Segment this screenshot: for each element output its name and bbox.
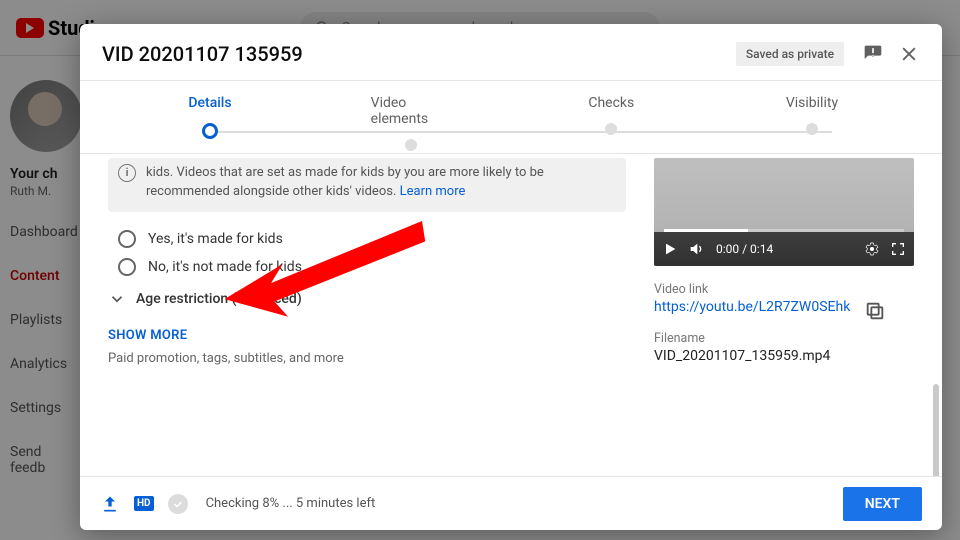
age-restriction-accordion[interactable]: Age restriction (advanced) [108,290,626,308]
fullscreen-icon[interactable] [890,241,906,257]
step-visibility[interactable]: Visibility [772,95,852,151]
step-label: Checks [588,95,634,111]
age-restriction-label: Age restriction (advanced) [136,291,302,307]
feedback-icon[interactable] [862,43,884,65]
radio-unchecked-icon [118,258,136,276]
radio-made-for-kids-yes[interactable]: Yes, it's made for kids [118,230,626,248]
copy-link-icon[interactable] [864,300,886,322]
step-dot-icon [605,123,617,135]
step-dot-icon [202,123,218,139]
step-label: Details [188,95,231,111]
dialog-header: VID 20201107 135959 Saved as private [80,24,942,80]
info-text: kids. Videos that are set as made for ki… [146,165,544,199]
dialog-footer: HD Checking 8% ... 5 minutes left NEXT [80,476,942,530]
close-icon[interactable] [898,43,920,65]
hd-badge-icon: HD [134,496,154,511]
volume-icon[interactable] [688,241,704,257]
video-controls: 0:00 / 0:14 [654,232,914,266]
video-preview-panel: 0:00 / 0:14 Video link https://youtu.be/… [654,158,914,466]
filename-label: Filename [654,331,914,346]
step-checks[interactable]: Checks [571,95,651,151]
radio-unchecked-icon [118,230,136,248]
processing-status: Checking 8% ... 5 minutes left [206,496,376,511]
details-form: i kids. Videos that are set as made for … [108,158,626,466]
play-icon[interactable] [662,241,678,257]
next-button[interactable]: NEXT [843,487,922,521]
show-more-button[interactable]: SHOW MORE [108,328,626,343]
step-dot-icon [806,123,818,135]
step-label: Video elements [371,95,451,127]
video-preview[interactable]: 0:00 / 0:14 [654,158,914,266]
step-video-elements[interactable]: Video elements [371,95,451,151]
save-status-chip: Saved as private [736,42,844,66]
info-icon: i [118,164,136,182]
upload-video-dialog: VID 20201107 135959 Saved as private Det… [80,24,942,530]
video-link-label: Video link [654,282,914,297]
settings-gear-icon[interactable] [864,241,880,257]
chevron-down-icon [108,290,126,308]
step-label: Visibility [786,95,838,111]
radio-label: Yes, it's made for kids [148,231,283,247]
video-time: 0:00 / 0:14 [716,242,773,256]
radio-label: No, it's not made for kids [148,259,302,275]
dialog-title: VID 20201107 135959 [102,42,736,66]
upload-arrow-icon [100,494,120,514]
step-details[interactable]: Details [170,95,250,151]
upload-stepper: Details Video elements Checks Visibility [80,81,942,153]
dialog-scrollbar[interactable] [933,384,939,476]
made-for-kids-info: i kids. Videos that are set as made for … [108,158,626,212]
check-status-icon [168,494,188,514]
step-dot-icon [405,139,417,151]
learn-more-link[interactable]: Learn more [400,184,466,199]
filename-value: VID_20201107_135959.mp4 [654,348,914,364]
show-more-subtitle: Paid promotion, tags, subtitles, and mor… [108,351,626,366]
radio-made-for-kids-no[interactable]: No, it's not made for kids [118,258,626,276]
